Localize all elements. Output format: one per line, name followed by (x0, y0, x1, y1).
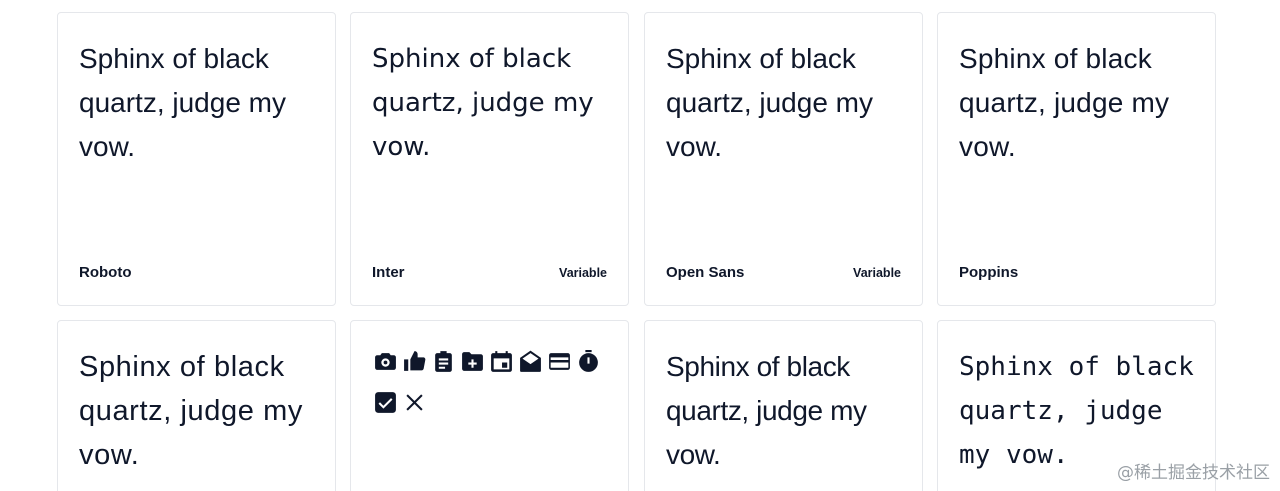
stopwatch-icon (576, 349, 601, 374)
watermark-text: @稀土掘金技术社区 (1117, 463, 1270, 483)
font-card-montserrat[interactable]: Sphinx of black quartz, judge my vow. (57, 320, 336, 491)
font-card-inter[interactable]: Sphinx of black quartz, judge my vow. In… (350, 12, 629, 306)
font-sample-text: Sphinx of black quartz, judge my vow. (79, 43, 286, 162)
font-name-label: Inter (372, 264, 405, 281)
font-sample-text: Sphinx of black quartz, judge my vow. (666, 43, 873, 162)
check-square-icon (373, 390, 398, 415)
envelope-open-icon (518, 349, 543, 374)
font-card-poppins[interactable]: Sphinx of black quartz, judge my vow. Po… (937, 12, 1216, 306)
credit-card-icon (547, 349, 572, 374)
font-sample-text: Sphinx of black quartz, judge my vow. (372, 44, 594, 162)
font-name-label: Poppins (959, 264, 1019, 281)
variable-badge: Variable (559, 266, 607, 280)
font-card-lato[interactable]: Sphinx of black quartz, judge my vow. (644, 320, 923, 491)
calendar-icon (489, 349, 514, 374)
font-sample-text: Sphinx of black quartz, judge my vow. (666, 351, 867, 470)
icon-sample-row (373, 349, 613, 415)
close-icon (402, 390, 427, 415)
variable-badge: Variable (853, 266, 901, 280)
font-card-open-sans[interactable]: Sphinx of black quartz, judge my vow. Op… (644, 12, 923, 306)
font-card-roboto[interactable]: Sphinx of black quartz, judge my vow. Ro… (57, 12, 336, 306)
font-card-icons[interactable] (350, 320, 629, 491)
font-sample-text: Sphinx of black quartz, judge my vow. (79, 351, 303, 471)
thumbs-up-icon (402, 349, 427, 374)
font-name-label: Open Sans (666, 264, 745, 281)
font-gallery: Sphinx of black quartz, judge my vow. Ro… (0, 0, 1280, 491)
folder-plus-icon (460, 349, 485, 374)
font-sample-text: Sphinx of black quartz, judge my vow. (959, 43, 1170, 162)
font-name-label: Roboto (79, 264, 132, 281)
clipboard-icon (431, 349, 456, 374)
camera-icon (373, 349, 398, 374)
